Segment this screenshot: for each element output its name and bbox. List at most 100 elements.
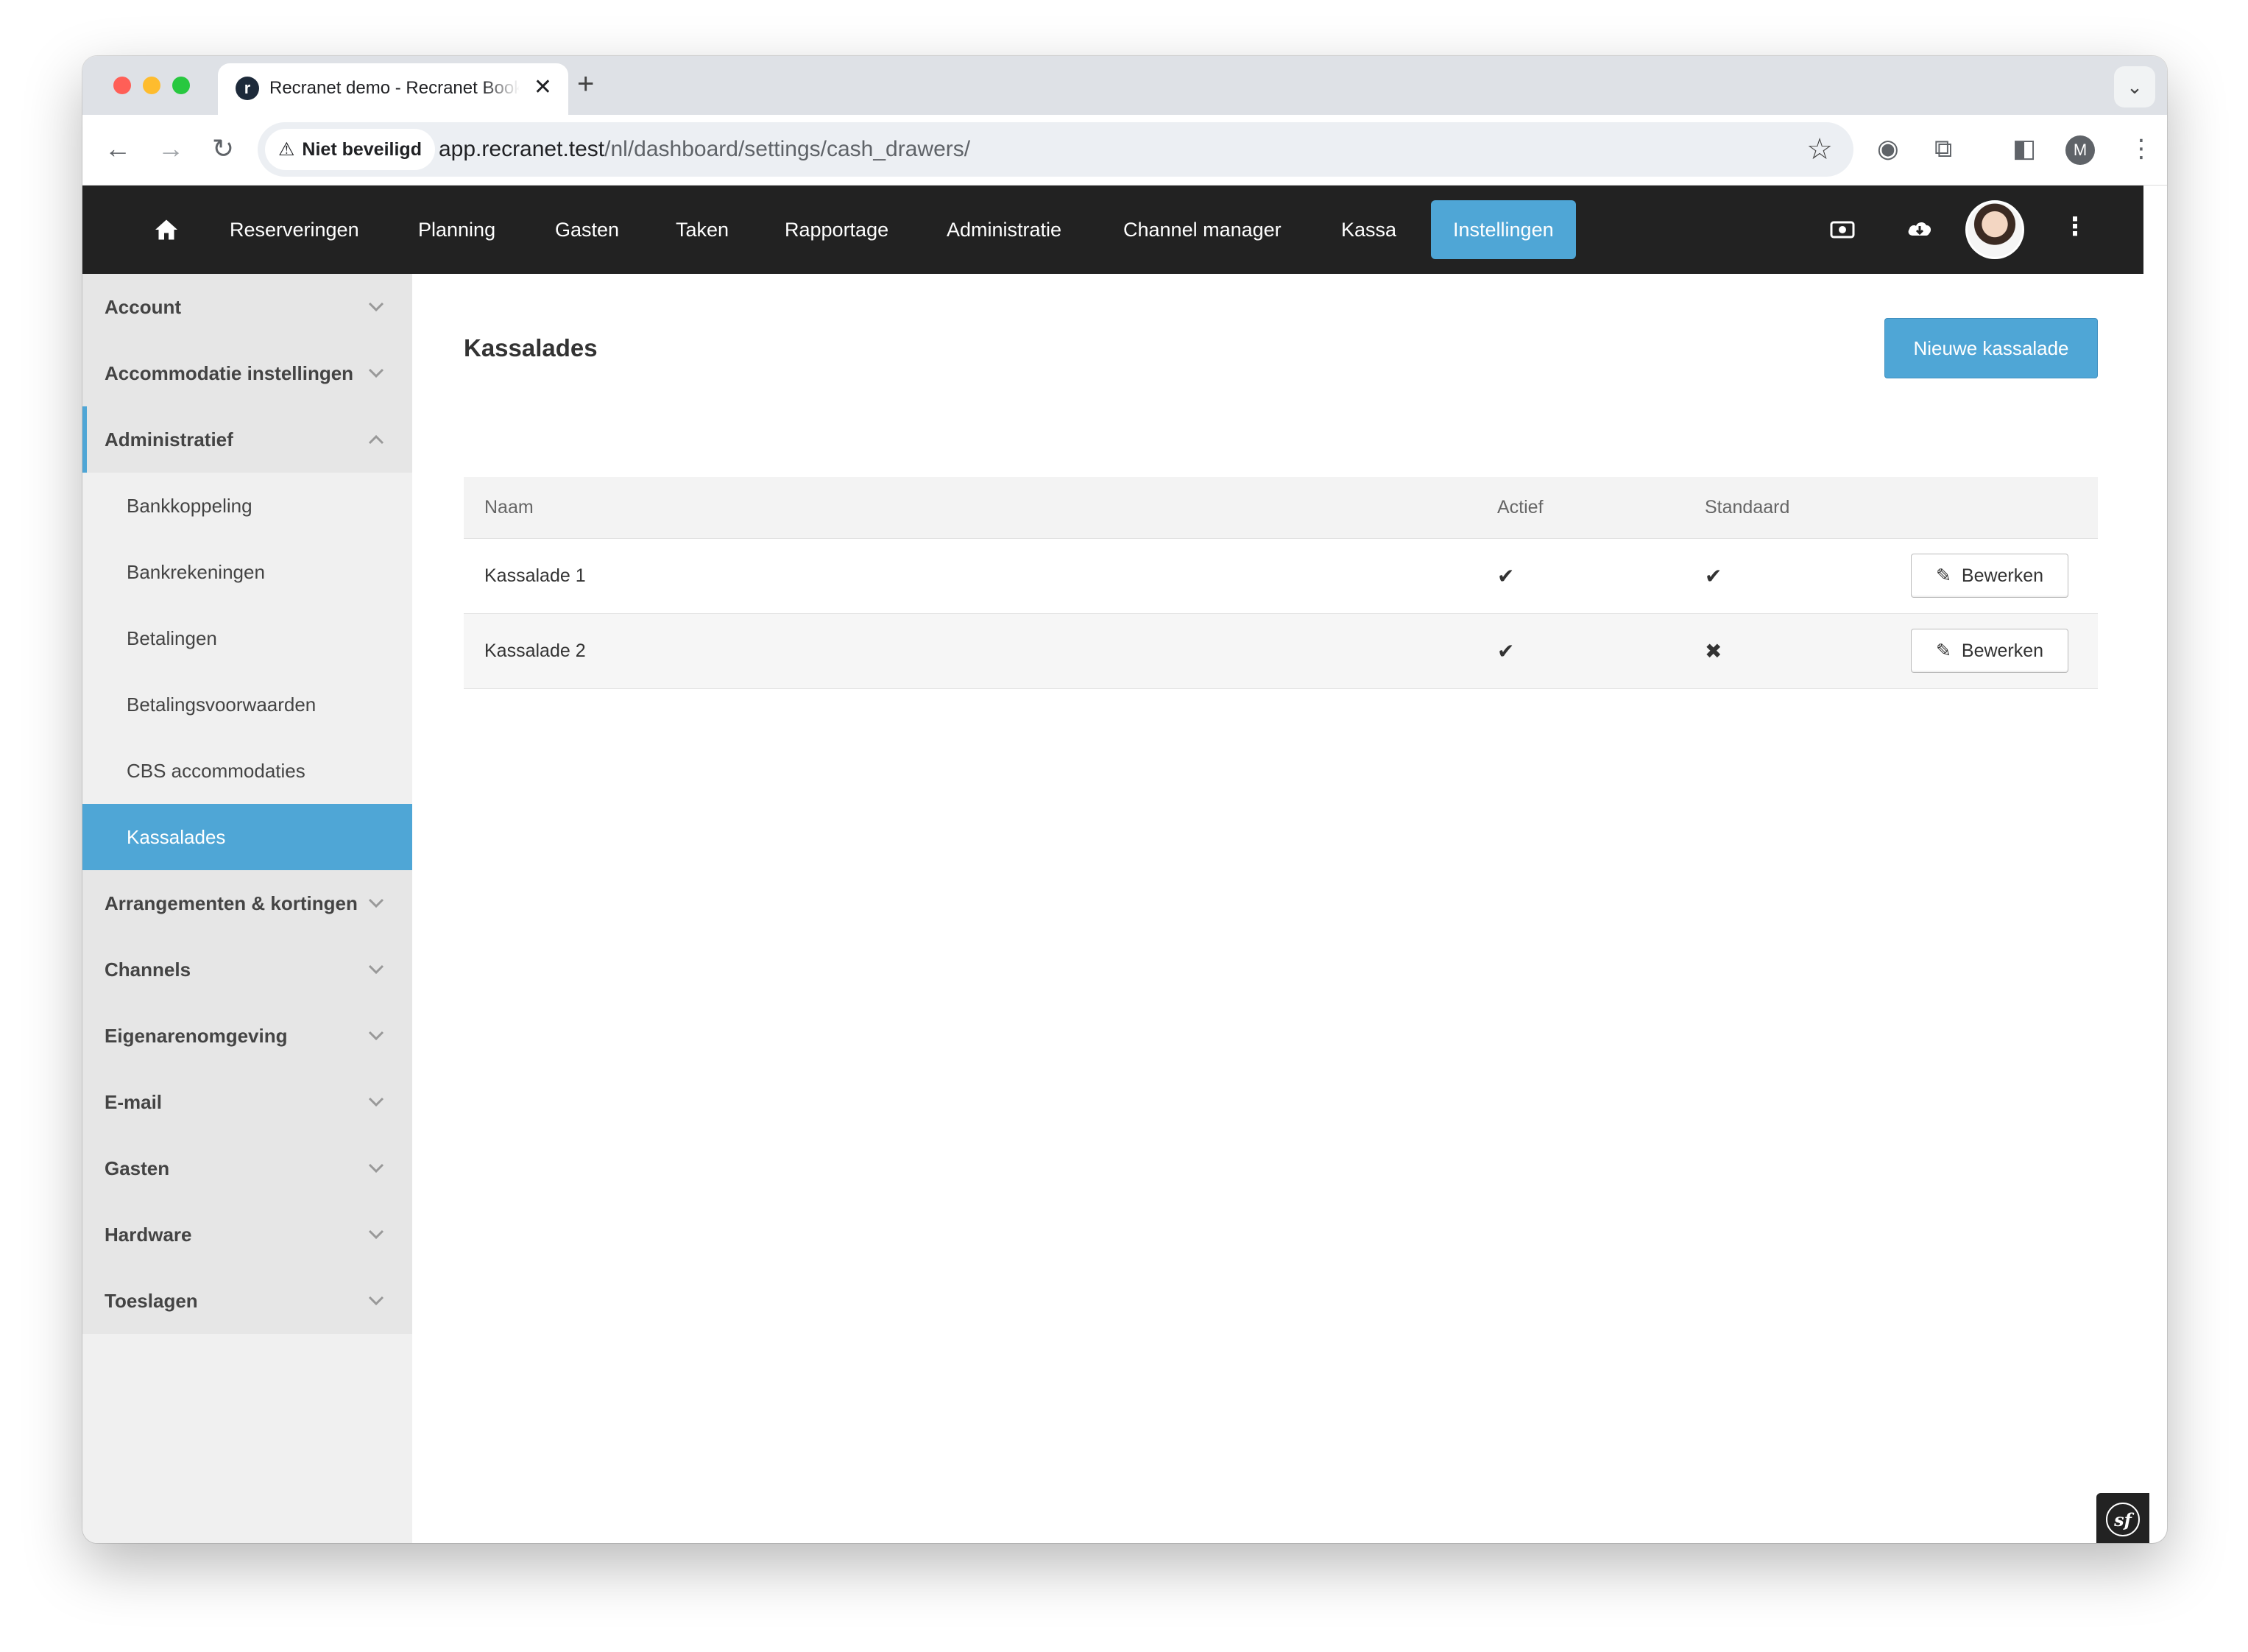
main-content: Kassalades Nieuwe kassalade Naam Actief … bbox=[412, 274, 2143, 1543]
edit-button-label: Bewerken bbox=[1961, 640, 2044, 661]
check-icon: ✔ bbox=[1497, 640, 1515, 663]
tab-search-chevron-icon[interactable]: ⌄ bbox=[2114, 66, 2155, 107]
check-icon: ✔ bbox=[1497, 565, 1515, 587]
tab-close-icon[interactable]: ✕ bbox=[534, 75, 552, 100]
sidebar-section-hardware[interactable]: Hardware bbox=[82, 1201, 412, 1268]
cloud-download-icon[interactable] bbox=[1906, 218, 1933, 240]
reload-icon[interactable]: ↻ bbox=[212, 134, 234, 163]
pencil-icon: ✎ bbox=[1935, 565, 1951, 586]
edit-button[interactable]: ✎ Bewerken bbox=[1911, 554, 2068, 598]
sidebar-section-eigenarenomgeving[interactable]: Eigenarenomgeving bbox=[82, 1003, 412, 1069]
new-tab-button[interactable]: + bbox=[577, 69, 594, 99]
chevron-down-icon bbox=[368, 964, 384, 975]
browser-menu-icon[interactable]: ⋮ bbox=[2129, 134, 2154, 163]
cash-drawers-table: Naam Actief Standaard Kassalade 1 ✔ ✔ ✎ … bbox=[464, 477, 2098, 689]
url-text[interactable]: app.recranet.test/nl/dashboard/settings/… bbox=[439, 137, 970, 162]
recranet-favicon-icon: r bbox=[236, 77, 259, 100]
back-arrow-icon[interactable]: ← bbox=[105, 134, 131, 163]
forward-arrow-icon[interactable]: → bbox=[158, 134, 184, 163]
chevron-up-icon bbox=[368, 434, 384, 445]
sidebar-section-administratief[interactable]: Administratief bbox=[82, 406, 412, 473]
side-panel-icon[interactable]: ◧ bbox=[2012, 134, 2036, 163]
sidebar-section-label: Account bbox=[105, 295, 181, 318]
nav-taken[interactable]: Taken bbox=[676, 200, 729, 259]
sidebar-item-bankrekeningen[interactable]: Bankrekeningen bbox=[82, 539, 412, 605]
check-icon: ✔ bbox=[1705, 565, 1722, 587]
sidebar-section-toeslagen[interactable]: Toeslagen bbox=[82, 1268, 412, 1334]
table-row: Kassalade 1 ✔ ✔ ✎ Bewerken bbox=[464, 539, 2098, 614]
sidebar-section-label: Gasten bbox=[105, 1157, 170, 1179]
nav-gasten[interactable]: Gasten bbox=[555, 200, 619, 259]
security-label: Niet beveiligd bbox=[302, 138, 422, 160]
symfony-logo-icon: sf bbox=[2106, 1503, 2140, 1536]
sidebar-item-betalingsvoorwaarden[interactable]: Betalingsvoorwaarden bbox=[82, 671, 412, 738]
chevron-down-icon bbox=[368, 1229, 384, 1240]
table-header: Naam Actief Standaard bbox=[464, 477, 2098, 539]
sidebar-item-cbs-accommodaties[interactable]: CBS accommodaties bbox=[82, 738, 412, 804]
sidebar-item-bankkoppeling[interactable]: Bankkoppeling bbox=[82, 473, 412, 539]
chevron-down-icon bbox=[368, 1296, 384, 1306]
sidebar-section-e-mail[interactable]: E-mail bbox=[82, 1069, 412, 1135]
sidebar-section-accommodatie-instellingen[interactable]: Accommodatie instellingen bbox=[82, 340, 412, 406]
chevron-down-icon bbox=[368, 1097, 384, 1107]
security-chip[interactable]: ⚠ Niet beveiligd bbox=[265, 129, 435, 170]
symfony-toolbar-icon[interactable]: sf bbox=[2096, 1493, 2149, 1543]
sidebar-section-label: Channels bbox=[105, 958, 191, 981]
user-avatar[interactable] bbox=[1965, 200, 2024, 259]
bookmark-star-icon[interactable]: ☆ bbox=[1806, 133, 1833, 166]
more-menu-icon[interactable]: ⋮ bbox=[2063, 212, 2088, 241]
minimize-window-button[interactable] bbox=[143, 77, 160, 94]
sidebar-section-label: Toeslagen bbox=[105, 1289, 198, 1312]
column-header-standaard: Standaard bbox=[1705, 497, 1790, 518]
sidebar-section-channels[interactable]: Channels bbox=[82, 936, 412, 1003]
sidebar-section-label: Eigenarenomgeving bbox=[105, 1024, 288, 1047]
nav-planning[interactable]: Planning bbox=[418, 200, 495, 259]
sidebar-section-account[interactable]: Account bbox=[82, 274, 412, 340]
table-row: Kassalade 2 ✔ ✖ ✎ Bewerken bbox=[464, 614, 2098, 689]
nav-instellingen[interactable]: Instellingen bbox=[1431, 200, 1576, 259]
cash-drawer-name: Kassalade 1 bbox=[484, 565, 586, 586]
warning-icon: ⚠ bbox=[278, 139, 295, 160]
chevron-down-icon bbox=[368, 898, 384, 908]
profile-avatar[interactable]: M bbox=[2065, 135, 2095, 165]
app-navbar: Reserveringen Planning Gasten Taken Rapp… bbox=[82, 186, 2143, 274]
extensions-puzzle-icon[interactable]: ⧉ bbox=[1934, 134, 1952, 163]
sidebar-section-label: E-mail bbox=[105, 1090, 163, 1113]
sidebar-item-betalingen[interactable]: Betalingen bbox=[82, 605, 412, 671]
nav-rapportage[interactable]: Rapportage bbox=[785, 200, 888, 259]
cash-register-icon[interactable] bbox=[1830, 219, 1855, 240]
browser-tab[interactable]: r Recranet demo - Recranet Booking ✕ bbox=[218, 63, 568, 115]
sidebar-section-label: Administratief bbox=[105, 428, 233, 451]
page-title: Kassalades bbox=[464, 334, 598, 361]
cross-icon: ✖ bbox=[1705, 640, 1722, 663]
sidebar-section-arrangementen-kortingen[interactable]: Arrangementen & kortingen bbox=[82, 870, 412, 936]
home-icon[interactable] bbox=[153, 216, 180, 243]
edit-button[interactable]: ✎ Bewerken bbox=[1911, 629, 2068, 673]
nav-kassa[interactable]: Kassa bbox=[1341, 200, 1396, 259]
sidebar-section-label: Accommodatie instellingen bbox=[105, 361, 354, 384]
cash-drawer-name: Kassalade 2 bbox=[484, 640, 586, 661]
sidebar-section-gasten[interactable]: Gasten bbox=[82, 1135, 412, 1201]
nav-administratie[interactable]: Administratie bbox=[947, 200, 1061, 259]
password-manager-icon[interactable]: ◉ bbox=[1877, 134, 1899, 163]
browser-window: r Recranet demo - Recranet Booking ✕ + ⌄… bbox=[82, 56, 2167, 1543]
browser-toolbar: ← → ↻ ⚠ Niet beveiligd app.recranet.test… bbox=[82, 115, 2167, 186]
nav-channel-manager[interactable]: Channel manager bbox=[1123, 200, 1282, 259]
chevron-down-icon bbox=[368, 1163, 384, 1173]
nav-reserveringen[interactable]: Reserveringen bbox=[230, 200, 359, 259]
close-window-button[interactable] bbox=[113, 77, 131, 94]
tab-strip: r Recranet demo - Recranet Booking ✕ + ⌄ bbox=[82, 56, 2167, 115]
column-header-actief: Actief bbox=[1497, 497, 1544, 518]
sidebar-section-label: Hardware bbox=[105, 1223, 192, 1246]
sidebar-item-kassalades[interactable]: Kassalades bbox=[82, 804, 412, 870]
tab-title: Recranet demo - Recranet Booking bbox=[269, 78, 520, 98]
chevron-down-icon bbox=[368, 302, 384, 312]
pencil-icon: ✎ bbox=[1935, 640, 1951, 661]
address-bar[interactable]: ⚠ Niet beveiligd app.recranet.test/nl/da… bbox=[258, 122, 1853, 177]
sidebar-section-label: Arrangementen & kortingen bbox=[105, 892, 358, 914]
new-cash-drawer-button[interactable]: Nieuwe kassalade bbox=[1884, 318, 2098, 378]
edit-button-label: Bewerken bbox=[1961, 565, 2044, 586]
chevron-down-icon bbox=[368, 1031, 384, 1041]
settings-sidebar: Account Accommodatie instellingen Admini… bbox=[82, 274, 412, 1543]
maximize-window-button[interactable] bbox=[172, 77, 190, 94]
